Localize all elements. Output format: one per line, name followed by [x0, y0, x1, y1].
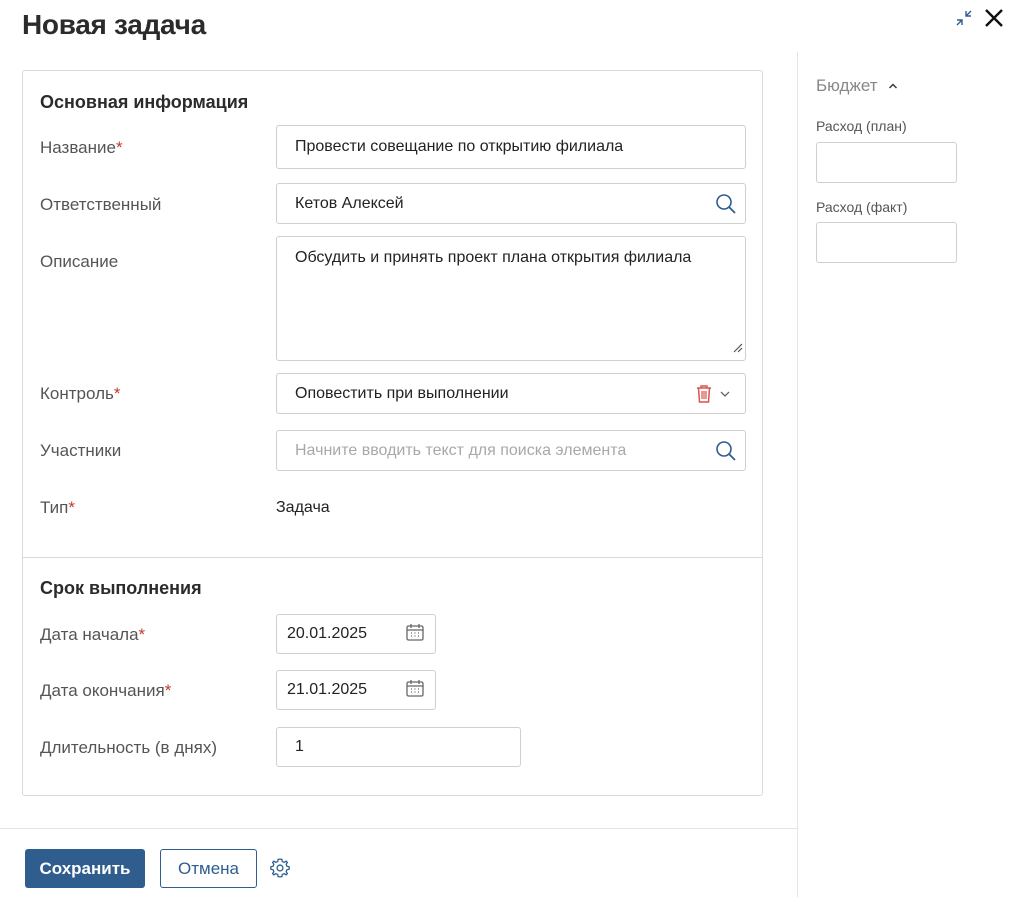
type-label: Тип* — [40, 498, 75, 518]
collapse-icon[interactable] — [954, 8, 974, 28]
required-marker: * — [113, 384, 121, 403]
description-textarea-value: Обсудить и принять проект плана открытия… — [295, 249, 692, 266]
footer-divider — [0, 828, 798, 829]
name-input-value: Провести совещание по открытию филиала — [295, 138, 624, 155]
search-icon[interactable] — [715, 193, 737, 215]
assignee-input[interactable]: Кетов Алексей — [276, 183, 746, 224]
name-input[interactable]: Провести совещание по открытию филиала — [276, 125, 746, 169]
control-select-value: Оповестить при выполнении — [295, 384, 509, 402]
required-marker: * — [138, 625, 146, 644]
start-date-label-text: Дата начала — [40, 625, 139, 644]
participants-input[interactable]: Начните вводить текст для поиска элемент… — [276, 430, 746, 471]
close-icon[interactable] — [982, 6, 1006, 30]
resize-handle-icon[interactable] — [733, 340, 743, 358]
page-title: Новая задача — [22, 9, 206, 40]
chevron-down-icon[interactable] — [719, 388, 731, 400]
end-date-label: Дата окончания* — [40, 681, 171, 701]
end-date-input[interactable]: 21.01.2025 — [276, 670, 436, 710]
cancel-button[interactable]: Отмена — [160, 849, 257, 888]
gear-icon[interactable] — [269, 857, 291, 884]
fact-expense-input[interactable] — [816, 222, 957, 263]
budget-header-label: Бюджет — [816, 76, 878, 95]
start-date-label: Дата начала* — [40, 625, 145, 645]
main-column: Основная информация Название* Провести с… — [0, 52, 798, 897]
plan-expense-input[interactable] — [816, 142, 957, 183]
fact-expense-label: Расход (факт) — [816, 199, 908, 215]
save-button[interactable]: Сохранить — [25, 849, 145, 888]
section-divider — [23, 557, 762, 558]
type-value: Задача — [276, 499, 330, 516]
calendar-icon[interactable] — [405, 678, 425, 703]
control-label-text: Контроль — [40, 384, 114, 403]
task-form-card: Основная информация Название* Провести с… — [22, 70, 763, 796]
budget-toggle[interactable]: Бюджет — [816, 76, 898, 96]
assignee-input-value: Кетов Алексей — [295, 194, 404, 212]
required-marker: * — [115, 138, 123, 157]
required-marker: * — [164, 681, 172, 700]
assignee-label: Ответственный — [40, 195, 162, 214]
start-date-input[interactable]: 20.01.2025 — [276, 614, 436, 654]
calendar-icon[interactable] — [405, 622, 425, 647]
duration-label: Длительность (в днях) — [40, 738, 217, 757]
description-textarea[interactable]: Обсудить и принять проект плана открытия… — [276, 236, 746, 361]
name-label-text: Название — [40, 138, 116, 157]
type-label-text: Тип — [40, 498, 69, 517]
control-label: Контроль* — [40, 384, 120, 404]
section-heading-deadline: Срок выполнения — [40, 578, 202, 598]
section-heading-main: Основная информация — [40, 92, 249, 112]
end-date-label-text: Дата окончания — [40, 681, 165, 700]
duration-input[interactable]: 1 — [276, 727, 521, 767]
control-select[interactable]: Оповестить при выполнении — [276, 373, 746, 414]
search-icon[interactable] — [715, 440, 737, 462]
plan-expense-label: Расход (план) — [816, 118, 907, 134]
participants-label: Участники — [40, 441, 122, 460]
name-label: Название* — [40, 138, 123, 158]
budget-panel: Бюджет Расход (план) Расход (факт) — [799, 52, 1012, 897]
duration-input-value: 1 — [295, 738, 304, 755]
end-date-value: 21.01.2025 — [287, 681, 368, 698]
chevron-up-icon — [888, 76, 898, 96]
description-label: Описание — [40, 252, 119, 271]
start-date-value: 20.01.2025 — [287, 625, 368, 642]
required-marker: * — [68, 498, 75, 517]
window-controls — [954, 6, 1006, 30]
trash-icon[interactable] — [695, 384, 713, 404]
participants-input-placeholder: Начните вводить текст для поиска элемент… — [295, 441, 627, 459]
